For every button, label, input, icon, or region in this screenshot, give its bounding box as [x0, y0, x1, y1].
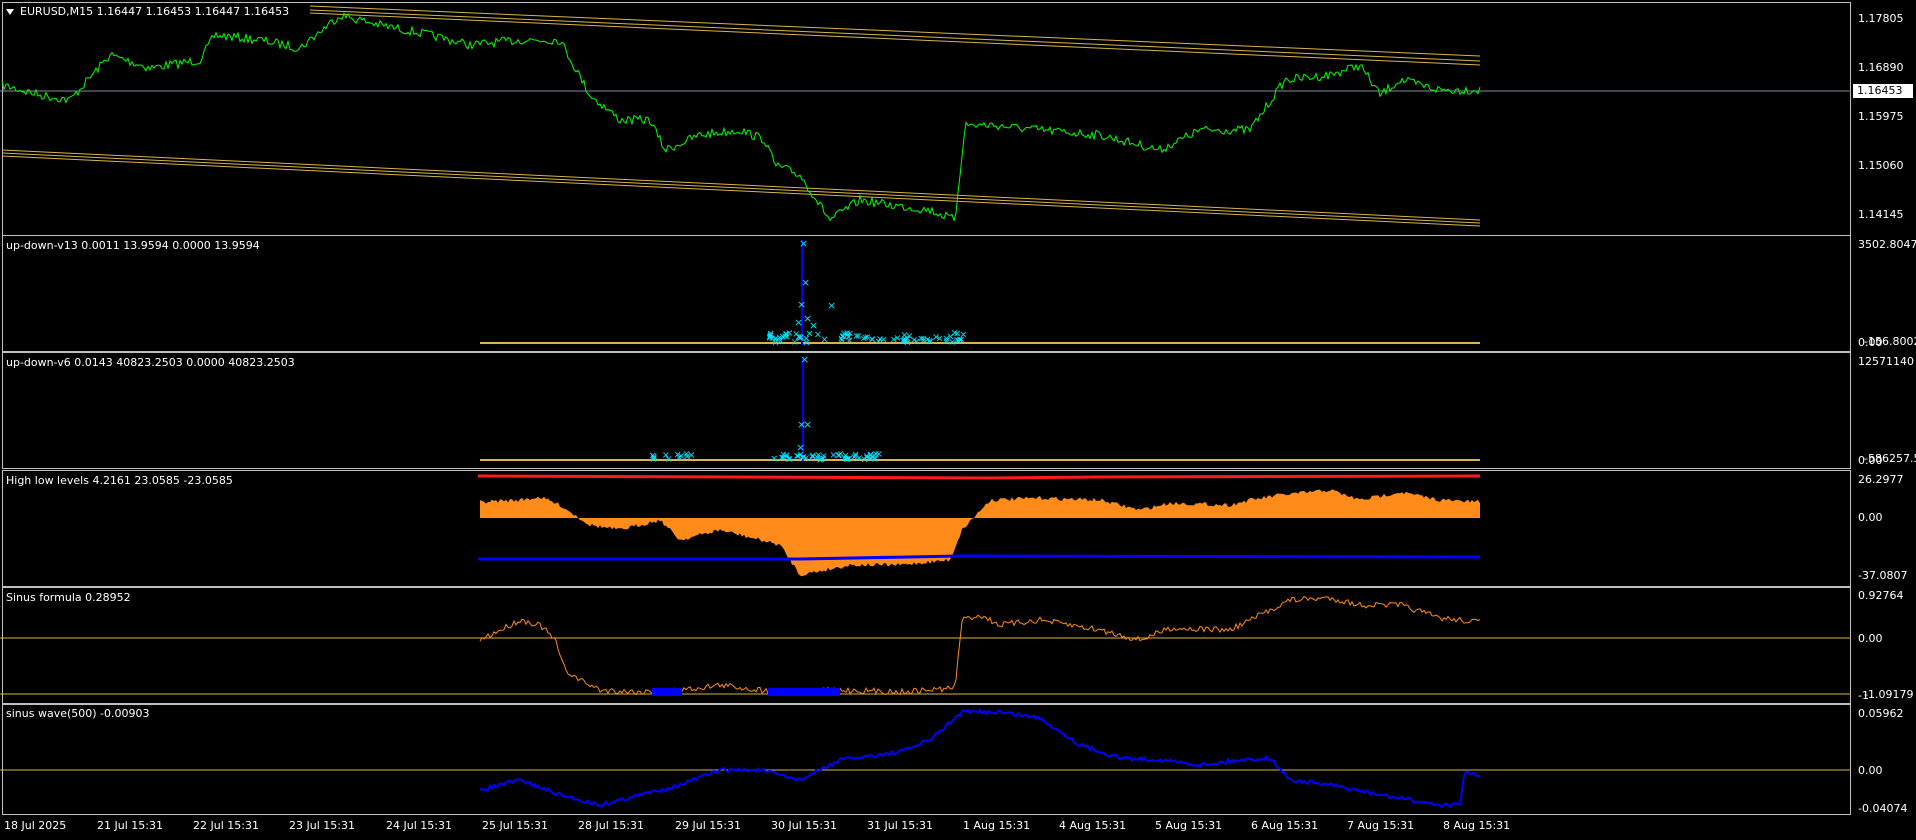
- channel-upper-line: [309, 12, 1481, 66]
- cross-marker: ×: [803, 418, 812, 431]
- pane-scale-bottom: -0.04074: [1858, 802, 1908, 815]
- cross-marker: ×: [844, 454, 852, 465]
- cross-marker: ×: [840, 328, 848, 339]
- price-tick: 1.14145: [1858, 208, 1904, 221]
- cross-marker: ×: [954, 335, 962, 346]
- price-tick: 1.15975: [1858, 110, 1904, 123]
- price-tick: 1.16890: [1858, 61, 1904, 74]
- cross-marker: ×: [932, 332, 940, 343]
- time-axis-label: 30 Jul 15:31: [771, 819, 837, 832]
- cross-marker: ×: [851, 450, 859, 461]
- pane-scale-bottom: -586257.5: [1864, 452, 1916, 465]
- chart-canvas[interactable]: × ××× ×× ××× ×× ××× ××× ×× ×× ××× ×× ×××× ××××× ×× ×××…: [0, 0, 1916, 840]
- high-level-line: [477, 474, 1481, 480]
- cross-marker: ×: [649, 454, 657, 465]
- time-axis-label: 24 Jul 15:31: [386, 819, 452, 832]
- price-tick: 1.15060: [1858, 159, 1904, 172]
- time-axis-label: 23 Jul 15:31: [289, 819, 355, 832]
- time-axis-label: 4 Aug 15:31: [1059, 819, 1127, 832]
- time-axis-label: 31 Jul 15:31: [867, 819, 933, 832]
- pane-border: [2, 352, 1851, 469]
- chart-menu-dropdown-icon[interactable]: [6, 9, 14, 15]
- cross-marker: ×: [868, 334, 876, 345]
- pane-scale-bottom: -1.09179: [1864, 688, 1914, 701]
- time-axis-label: 21 Jul 15:31: [97, 819, 163, 832]
- cross-marker: ×: [801, 276, 810, 289]
- channel-lower-line: [1, 152, 1481, 224]
- pane-scale-top: 26.2977: [1858, 473, 1904, 486]
- time-axis-label: 7 Aug 15:31: [1347, 819, 1415, 832]
- time-axis-label: 8 Aug 15:31: [1443, 819, 1511, 832]
- pane-title-up-down-v6: up-down-v6 0.0143 40823.2503 0.0000 4082…: [6, 356, 295, 369]
- pane-scale-top: 12571140: [1858, 355, 1914, 368]
- cross-marker: ×: [794, 316, 803, 329]
- cross-marker: ×: [770, 453, 778, 464]
- pane-scale-top: 0.92764: [1858, 589, 1904, 602]
- pane-scale-top: 3502.8047: [1858, 238, 1916, 251]
- cross-marker: ×: [866, 453, 874, 464]
- histogram-area: [480, 489, 1480, 577]
- cross-marker: ×: [785, 454, 793, 465]
- channel-lower-line: [1, 155, 1481, 227]
- channel-upper-line: [309, 9, 1481, 62]
- pane-scale-bottom: -37.0807: [1858, 569, 1908, 582]
- cross-marker: ×: [674, 450, 682, 461]
- channel-lower-line: [1, 149, 1481, 221]
- cross-marker: ×: [800, 353, 809, 366]
- time-axis-label: 28 Jul 15:31: [578, 819, 644, 832]
- sinus-wave-line: [479, 708, 1481, 809]
- cross-marker: ×: [876, 334, 884, 345]
- time-axis-label: 29 Jul 15:31: [675, 819, 741, 832]
- cross-marker: ×: [893, 333, 901, 344]
- cross-marker: ×: [802, 333, 810, 344]
- pane-scale-mid: 0.00: [1858, 764, 1883, 777]
- main-header: EURUSD,M15 1.16447 1.16453 1.16447 1.164…: [20, 5, 290, 18]
- price-line: [1, 11, 1481, 222]
- channel-upper-line: [309, 5, 1481, 57]
- time-axis-label: 25 Jul 15:31: [482, 819, 548, 832]
- pane-border: [2, 704, 1851, 815]
- time-axis-label: 1 Aug 15:31: [963, 819, 1031, 832]
- cross-marker: ×: [827, 299, 836, 312]
- sinus-highlight: [652, 688, 682, 696]
- cross-marker: ×: [860, 333, 868, 344]
- pane-title-sinus-formula: Sinus formula 0.28952: [6, 591, 131, 604]
- cross-marker: ×: [766, 328, 774, 339]
- current-price-tag: 1.16453: [1853, 84, 1913, 98]
- cross-marker: ×: [796, 441, 805, 454]
- time-axis-label: 18 Jul 2025: [4, 819, 67, 832]
- cross-marker: ×: [797, 298, 806, 311]
- cross-marker: ×: [942, 336, 950, 347]
- sinus-highlight: [768, 688, 840, 696]
- pane-title-up-down-v13: up-down-v13 0.0011 13.9594 0.0000 13.959…: [6, 239, 260, 252]
- price-tick: 1.17805: [1858, 12, 1904, 25]
- pane-scale-top: 0.05962: [1858, 707, 1904, 720]
- cross-marker: ×: [799, 237, 808, 250]
- time-axis-label: 6 Aug 15:31: [1251, 819, 1319, 832]
- cross-marker: ×: [835, 450, 843, 461]
- pane-title-sinus-wave: sinus wave(500) -0.00903: [6, 707, 150, 720]
- cross-marker: ×: [808, 449, 817, 462]
- cross-marker: ×: [662, 450, 670, 461]
- pane-border: [2, 2, 1851, 236]
- time-axis-label: 22 Jul 15:31: [193, 819, 259, 832]
- cross-marker: ×: [683, 452, 691, 463]
- pane-title-high-low-levels: High low levels 4.2161 23.0585 -23.0585: [6, 474, 233, 487]
- pane-scale-bottom: -156.8002: [1864, 335, 1916, 348]
- low-level-line: [478, 554, 1481, 561]
- time-axis-label: 5 Aug 15:31: [1155, 819, 1223, 832]
- sinus-formula-line: [479, 595, 1481, 696]
- pane-scale-mid: 0.00: [1858, 511, 1883, 524]
- pane-scale-mid: 0.00: [1858, 632, 1883, 645]
- cross-marker: ×: [778, 332, 786, 343]
- pane-border: [2, 587, 1851, 704]
- cross-marker: ×: [809, 319, 818, 332]
- cross-marker: ×: [903, 338, 911, 349]
